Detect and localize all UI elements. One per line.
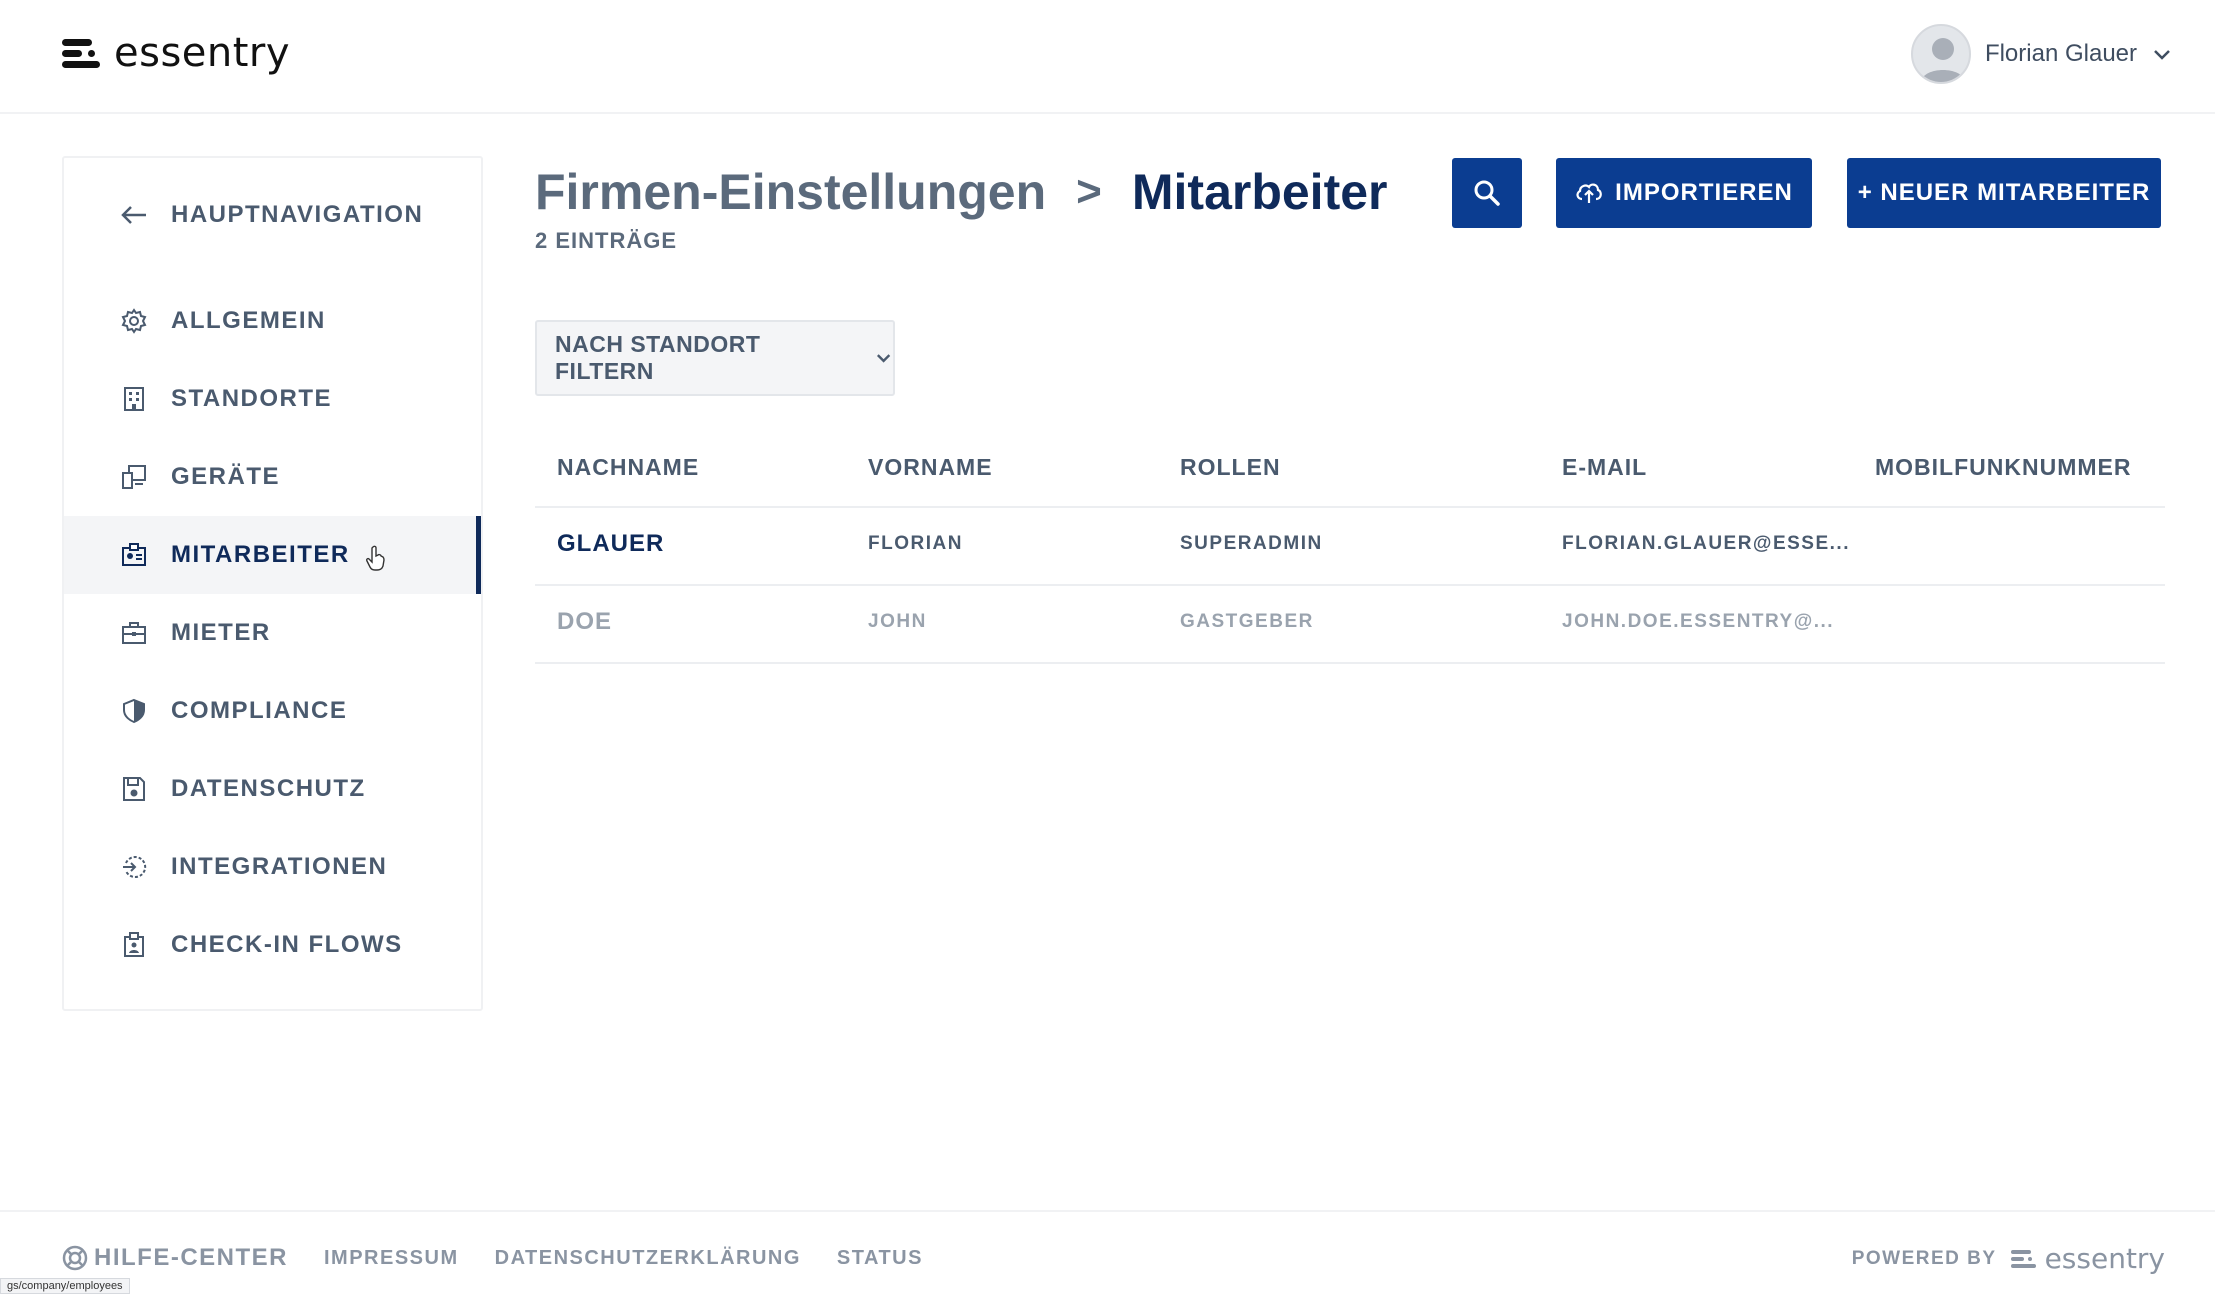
breadcrumb-parent[interactable]: Firmen-Einstellungen [535,163,1046,221]
table-row[interactable]: GLAUER FLORIAN SUPERADMIN FLORIAN.GLAUER… [535,508,2165,586]
sidebar-item-label: MIETER [171,619,271,646]
search-button[interactable] [1452,158,1522,228]
new-employee-button[interactable]: + NEUER MITARBEITER [1847,158,2161,228]
sidebar-item-compliance[interactable]: COMPLIANCE [64,672,481,750]
logo-mark-icon [62,35,106,71]
user-menu[interactable]: Florian Glauer [1910,24,2173,84]
settings-sidebar: HAUPTNAVIGATION ALLGEMEIN STANDORTE GERÄ… [62,156,483,1011]
table-row[interactable]: DOE JOHN GASTGEBER JOHN.DOE.ESSENTRY@... [535,586,2165,664]
logo-text: essentry [114,30,291,76]
status-link[interactable]: STATUS [837,1247,923,1270]
building-icon [119,384,149,414]
location-filter-dropdown[interactable]: NACH STANDORT FILTERN [535,320,895,396]
shield-icon [119,696,149,726]
footer-links: HILFE-CENTER IMPRESSUM DATENSCHUTZERKLÄR… [62,1244,959,1272]
help-center-link[interactable]: HILFE-CENTER [62,1244,288,1272]
top-header: essentry Florian Glauer [0,0,2215,114]
sidebar-item-label: ALLGEMEIN [171,307,326,334]
page-title: Mitarbeiter [1131,164,1388,220]
arrow-left-icon [119,200,149,230]
cell-nachname: DOE [557,608,613,635]
cell-rollen: SUPERADMIN [1180,533,1323,554]
column-header-rollen[interactable]: ROLLEN [1180,454,1281,481]
sidebar-item-back[interactable]: HAUPTNAVIGATION [64,176,481,254]
cloud-upload-icon [1576,183,1603,203]
powered-by-label: POWERED BY [1851,1247,1997,1269]
sidebar-item-label: MITARBEITER [171,541,350,568]
integration-icon [119,852,149,882]
breadcrumb-separator: > [1076,167,1102,216]
sidebar-item-standorte[interactable]: STANDORTE [64,360,481,438]
new-employee-button-label: + NEUER MITARBEITER [1857,179,2151,206]
column-header-vorname[interactable]: VORNAME [868,454,993,481]
powered-by-logo-text: essentry [2044,1242,2165,1275]
devices-icon [119,462,149,492]
essentry-logo[interactable]: essentry [62,30,290,76]
cell-vorname: FLORIAN [868,533,963,554]
sidebar-item-check-in-flows[interactable]: CHECK-IN FLOWS [64,906,481,984]
lifebuoy-icon [62,1245,88,1271]
sidebar-item-label: GERÄTE [171,463,281,490]
clipboard-icon [119,930,149,960]
sidebar-item-mieter[interactable]: MIETER [64,594,481,672]
cell-email: FLORIAN.GLAUER@ESSE... [1562,533,1850,554]
avatar [1910,24,1971,84]
sidebar-item-label: INTEGRATIONEN [171,853,388,880]
sidebar-item-label: COMPLIANCE [171,697,348,724]
import-button[interactable]: IMPORTIEREN [1556,158,1812,228]
entry-count: 2 EINTRÄGE [535,228,678,253]
chevron-down-icon [876,354,891,363]
impressum-link[interactable]: IMPRESSUM [324,1247,459,1270]
powered-by-logo[interactable]: essentry [2010,1242,2165,1275]
sidebar-item-label: CHECK-IN FLOWS [171,931,403,958]
column-header-email[interactable]: E-MAIL [1562,454,1647,481]
privacy-policy-link[interactable]: DATENSCHUTZERKLÄRUNG [495,1247,801,1270]
help-center-label: HILFE-CENTER [94,1244,288,1271]
logo-mark-icon [2010,1249,2036,1268]
sidebar-back-label: HAUPTNAVIGATION [171,201,424,228]
employees-table: NACHNAME VORNAME ROLLEN E-MAIL MOBILFUNK… [535,430,2165,664]
column-header-mobil[interactable]: MOBILFUNKNUMMER [1875,454,2131,481]
sidebar-item-datenschutz[interactable]: DATENSCHUTZ [64,750,481,828]
hand-cursor-icon [365,545,385,571]
cell-email: JOHN.DOE.ESSENTRY@... [1562,611,1835,632]
search-icon [1474,180,1500,206]
cell-rollen: GASTGEBER [1180,611,1314,632]
browser-status-url: gs/company/employees [0,1278,130,1294]
sidebar-item-label: DATENSCHUTZ [171,775,366,802]
cell-vorname: JOHN [868,611,927,632]
cell-nachname: GLAUER [557,530,665,557]
location-filter-label: NACH STANDORT FILTERN [555,331,761,384]
powered-by: POWERED BY essentry [1852,1242,2165,1275]
save-icon [119,774,149,804]
footer: HILFE-CENTER IMPRESSUM DATENSCHUTZERKLÄR… [0,1210,2215,1294]
import-button-label: IMPORTIEREN [1615,179,1793,206]
chevron-down-icon [2154,50,2170,60]
column-header-nachname[interactable]: NACHNAME [557,454,699,481]
sidebar-item-geraete[interactable]: GERÄTE [64,438,481,516]
sidebar-item-label: STANDORTE [171,385,333,412]
sidebar-item-allgemein[interactable]: ALLGEMEIN [64,282,481,360]
sidebar-item-integrationen[interactable]: INTEGRATIONEN [64,828,481,906]
breadcrumb: Firmen-Einstellungen > Mitarbeiter [535,156,1388,228]
employee-badge-icon [119,540,149,570]
table-header: NACHNAME VORNAME ROLLEN E-MAIL MOBILFUNK… [535,430,2165,508]
briefcase-icon [119,618,149,648]
sidebar-item-mitarbeiter[interactable]: MITARBEITER [64,516,481,594]
user-name: Florian Glauer [1984,40,2137,67]
gear-icon [119,306,149,336]
